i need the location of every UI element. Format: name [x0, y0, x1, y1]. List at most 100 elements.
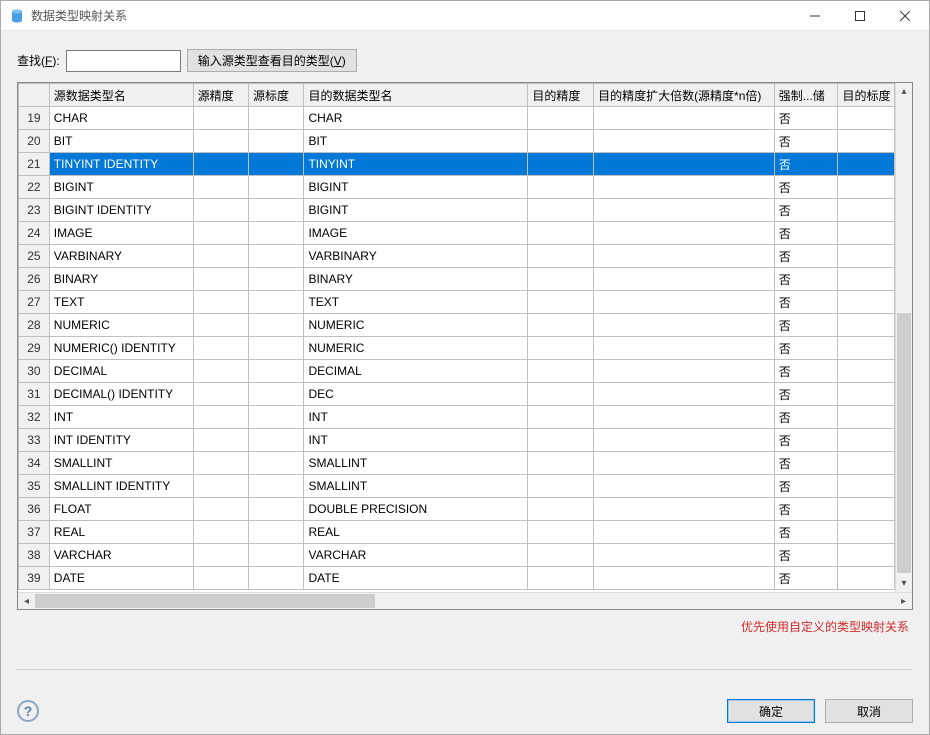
- col-dst-name[interactable]: 目的数据类型名: [304, 84, 528, 107]
- cell-dst-scale[interactable]: [838, 383, 895, 406]
- close-button[interactable]: [882, 1, 927, 30]
- cell-src-prec[interactable]: [193, 452, 248, 475]
- cell-force[interactable]: 否: [774, 130, 838, 153]
- table-row[interactable]: 21TINYINT IDENTITYTINYINT否: [19, 153, 895, 176]
- cell-src-prec[interactable]: [193, 406, 248, 429]
- cell-dst-prec[interactable]: [528, 337, 594, 360]
- cell-force[interactable]: 否: [774, 222, 838, 245]
- scroll-right-icon[interactable]: ▸: [895, 593, 912, 609]
- cell-src-name[interactable]: INT IDENTITY: [49, 429, 193, 452]
- cell-mult-n[interactable]: [594, 475, 775, 498]
- row-number[interactable]: 25: [19, 245, 50, 268]
- ok-button[interactable]: 确定: [727, 699, 815, 723]
- cell-src-name[interactable]: DECIMAL() IDENTITY: [49, 383, 193, 406]
- cell-src-scale[interactable]: [249, 199, 304, 222]
- row-number[interactable]: 19: [19, 107, 50, 130]
- horizontal-scrollbar[interactable]: ◂ ▸: [18, 592, 912, 609]
- cell-dst-name[interactable]: SMALLINT: [304, 452, 528, 475]
- cell-dst-scale[interactable]: [838, 452, 895, 475]
- cell-force[interactable]: 否: [774, 360, 838, 383]
- cell-mult-n[interactable]: [594, 222, 775, 245]
- cell-src-scale[interactable]: [249, 130, 304, 153]
- cell-dst-scale[interactable]: [838, 176, 895, 199]
- cell-src-name[interactable]: NUMERIC: [49, 314, 193, 337]
- cell-src-name[interactable]: VARBINARY: [49, 245, 193, 268]
- table-row[interactable]: 29NUMERIC() IDENTITYNUMERIC否: [19, 337, 895, 360]
- cell-dst-prec[interactable]: [528, 199, 594, 222]
- cell-dst-name[interactable]: VARBINARY: [304, 245, 528, 268]
- row-number[interactable]: 36: [19, 498, 50, 521]
- row-number[interactable]: 37: [19, 521, 50, 544]
- cell-src-name[interactable]: FLOAT: [49, 498, 193, 521]
- cell-mult-n[interactable]: [594, 383, 775, 406]
- row-number[interactable]: 27: [19, 291, 50, 314]
- cell-dst-name[interactable]: NUMERIC: [304, 314, 528, 337]
- cell-dst-name[interactable]: TEXT: [304, 291, 528, 314]
- table-row[interactable]: 30DECIMALDECIMAL否: [19, 360, 895, 383]
- col-src-prec[interactable]: 源精度: [193, 84, 248, 107]
- vertical-scrollbar[interactable]: ▴ ▾: [895, 83, 912, 592]
- cell-force[interactable]: 否: [774, 544, 838, 567]
- cell-mult-n[interactable]: [594, 176, 775, 199]
- cell-dst-name[interactable]: DEC: [304, 383, 528, 406]
- cell-dst-scale[interactable]: [838, 406, 895, 429]
- cell-src-prec[interactable]: [193, 429, 248, 452]
- cell-dst-scale[interactable]: [838, 498, 895, 521]
- table-row[interactable]: 20BITBIT否: [19, 130, 895, 153]
- cell-dst-scale[interactable]: [838, 521, 895, 544]
- cell-src-prec[interactable]: [193, 521, 248, 544]
- table-row[interactable]: 35SMALLINT IDENTITYSMALLINT否: [19, 475, 895, 498]
- vertical-scroll-thumb[interactable]: [897, 313, 911, 573]
- cell-src-prec[interactable]: [193, 314, 248, 337]
- table-row[interactable]: 24IMAGEIMAGE否: [19, 222, 895, 245]
- horizontal-scroll-thumb[interactable]: [35, 594, 375, 608]
- cell-src-scale[interactable]: [249, 544, 304, 567]
- cell-force[interactable]: 否: [774, 567, 838, 590]
- cell-dst-prec[interactable]: [528, 406, 594, 429]
- cell-src-name[interactable]: TINYINT IDENTITY: [49, 153, 193, 176]
- cell-mult-n[interactable]: [594, 544, 775, 567]
- table-row[interactable]: 32INTINT否: [19, 406, 895, 429]
- cell-force[interactable]: 否: [774, 475, 838, 498]
- cell-src-scale[interactable]: [249, 475, 304, 498]
- cell-src-scale[interactable]: [249, 429, 304, 452]
- cell-dst-scale[interactable]: [838, 544, 895, 567]
- cell-src-prec[interactable]: [193, 360, 248, 383]
- cell-force[interactable]: 否: [774, 268, 838, 291]
- cell-src-scale[interactable]: [249, 337, 304, 360]
- cell-dst-prec[interactable]: [528, 291, 594, 314]
- cell-src-prec[interactable]: [193, 176, 248, 199]
- cell-src-name[interactable]: BINARY: [49, 268, 193, 291]
- cell-dst-name[interactable]: TINYINT: [304, 153, 528, 176]
- cell-dst-prec[interactable]: [528, 176, 594, 199]
- cell-force[interactable]: 否: [774, 337, 838, 360]
- cell-dst-scale[interactable]: [838, 153, 895, 176]
- row-number[interactable]: 35: [19, 475, 50, 498]
- cell-dst-scale[interactable]: [838, 567, 895, 590]
- table-row[interactable]: 22BIGINTBIGINT否: [19, 176, 895, 199]
- cell-mult-n[interactable]: [594, 406, 775, 429]
- cell-force[interactable]: 否: [774, 498, 838, 521]
- row-number[interactable]: 38: [19, 544, 50, 567]
- cell-dst-prec[interactable]: [528, 498, 594, 521]
- cell-dst-name[interactable]: IMAGE: [304, 222, 528, 245]
- cell-src-scale[interactable]: [249, 406, 304, 429]
- col-mult-n[interactable]: 目的精度扩大倍数(源精度*n倍): [594, 84, 775, 107]
- cell-dst-scale[interactable]: [838, 337, 895, 360]
- cell-dst-prec[interactable]: [528, 107, 594, 130]
- cell-src-scale[interactable]: [249, 314, 304, 337]
- cell-src-name[interactable]: INT: [49, 406, 193, 429]
- cell-mult-n[interactable]: [594, 153, 775, 176]
- cell-dst-name[interactable]: BIGINT: [304, 199, 528, 222]
- cell-dst-prec[interactable]: [528, 521, 594, 544]
- cell-dst-prec[interactable]: [528, 544, 594, 567]
- cell-src-name[interactable]: TEXT: [49, 291, 193, 314]
- cell-src-name[interactable]: BIGINT IDENTITY: [49, 199, 193, 222]
- row-number[interactable]: 39: [19, 567, 50, 590]
- cell-force[interactable]: 否: [774, 429, 838, 452]
- cell-src-name[interactable]: REAL: [49, 521, 193, 544]
- table-row[interactable]: 23BIGINT IDENTITYBIGINT否: [19, 199, 895, 222]
- cell-dst-name[interactable]: INT: [304, 429, 528, 452]
- cell-src-prec[interactable]: [193, 107, 248, 130]
- cell-src-prec[interactable]: [193, 383, 248, 406]
